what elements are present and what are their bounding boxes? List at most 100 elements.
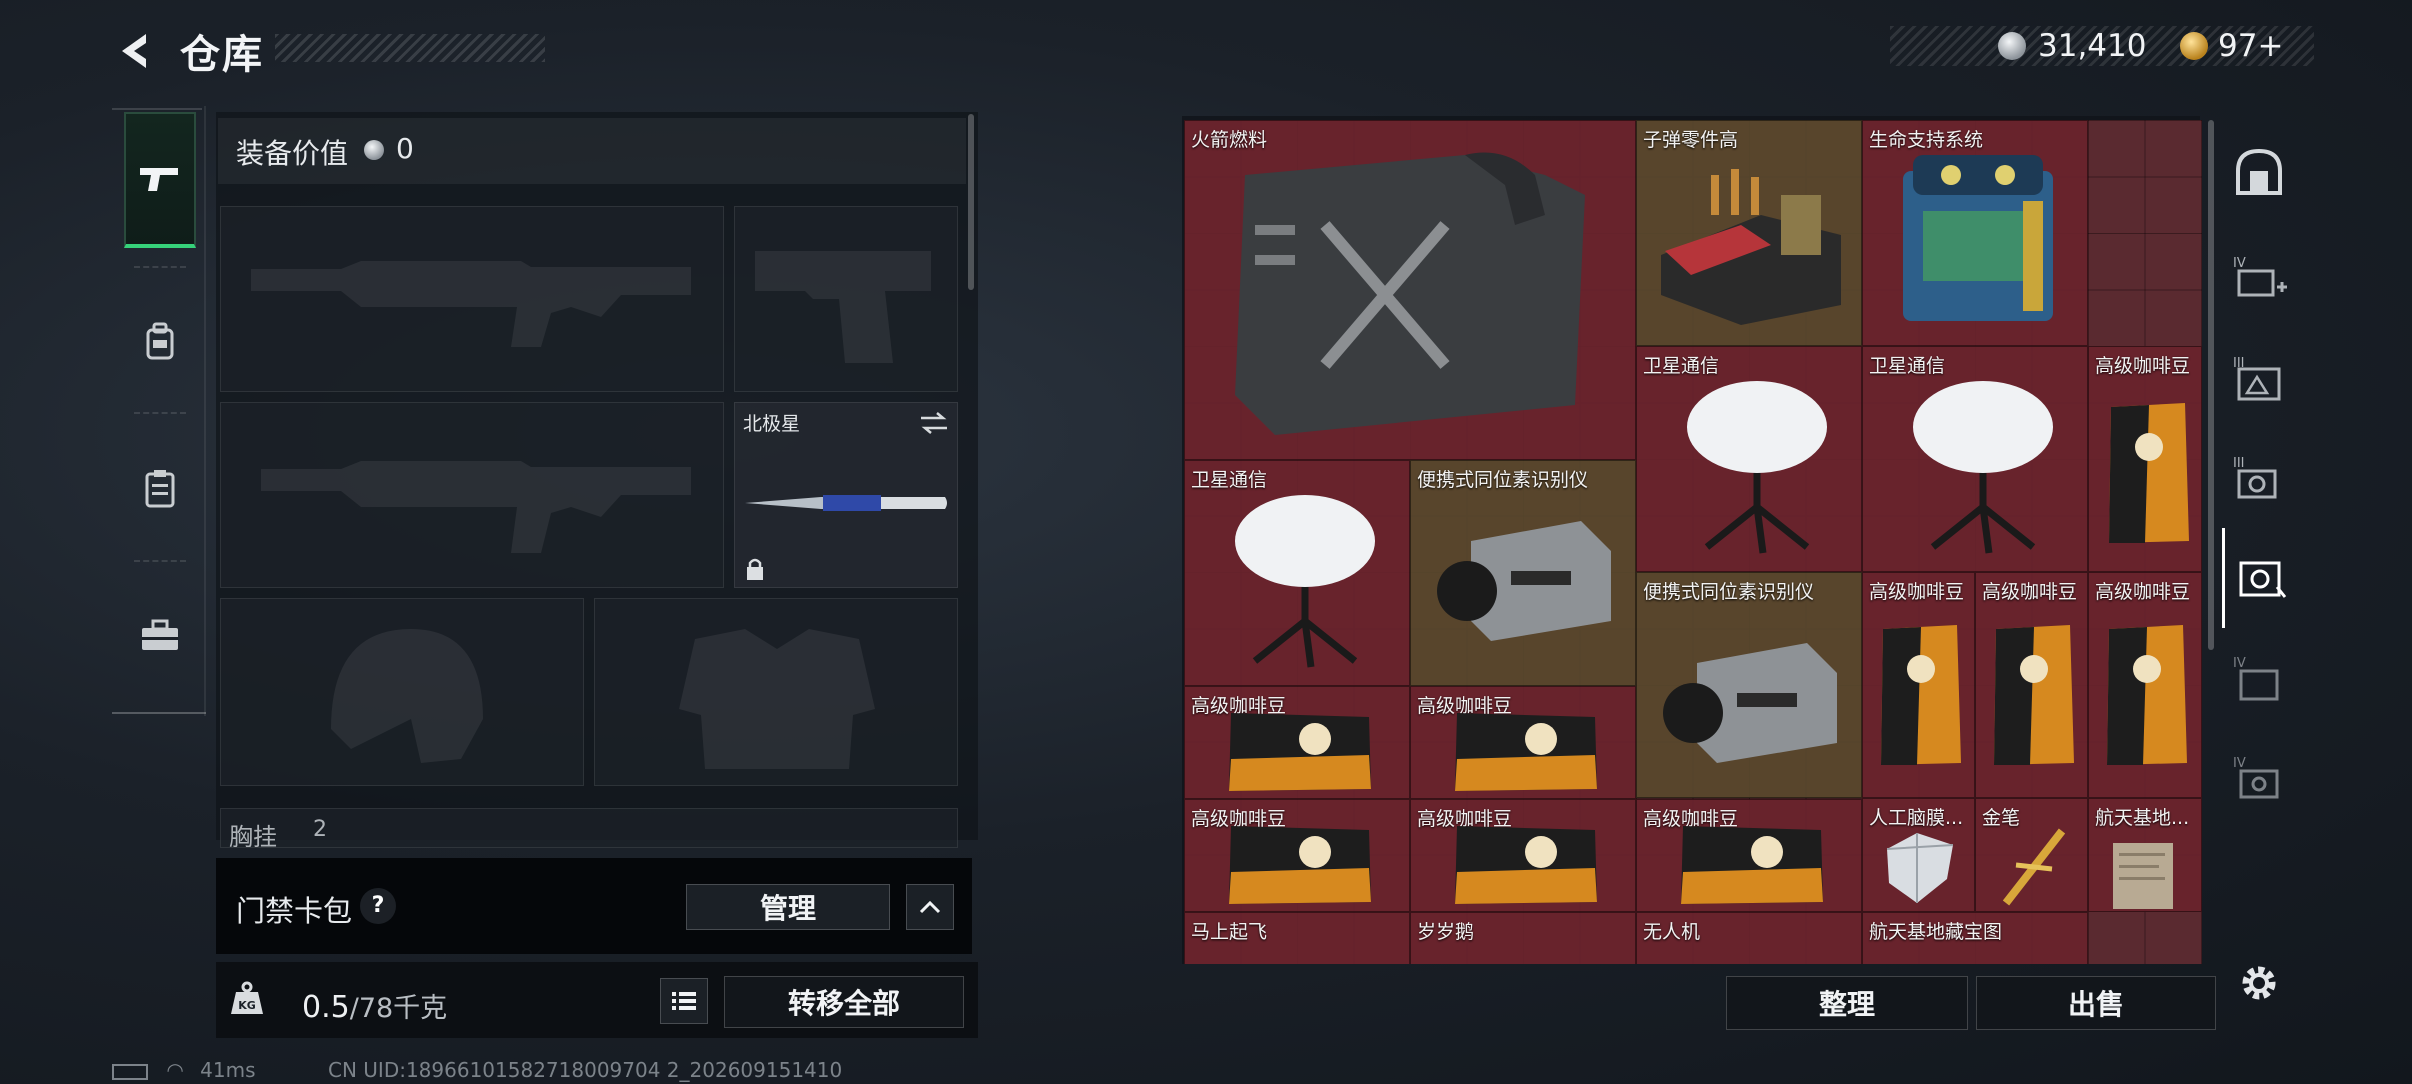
stash-item-isotope-scanner[interactable]: 便携式同位素识别仪 [1636,572,1862,798]
slot-chest-rig[interactable]: 胸挂 2 [220,808,958,848]
slot-primary-weapon-2[interactable] [220,402,724,588]
equipment-value-label: 装备价值 [236,137,349,170]
item-name: 高级咖啡豆 [1982,581,2078,603]
sidebar-tab-vest[interactable] [124,420,196,556]
medkit-add-icon: IV [2233,256,2287,297]
sidebar-tab-toolbox[interactable] [124,568,196,704]
currency-gold[interactable]: 97+ [2218,28,2283,64]
knife-icon [745,495,947,511]
ping-value: 41ms [200,1058,256,1082]
slot-helmet[interactable] [220,598,584,786]
stash-item-drone[interactable]: 无人机 [1636,912,1862,964]
stash-item-coffee-beans[interactable]: 高级咖啡豆 [1184,686,1410,799]
stash-item-coffee-beans[interactable]: 高级咖啡豆 [1410,686,1636,799]
svg-text:KG: KG [238,999,256,1012]
armor-silhouette-icon [679,629,875,769]
stash-item-ammo-parts[interactable]: 子弹零件高 [1636,120,1862,346]
stash-item-rocket-fuel[interactable]: 火箭燃料 [1184,120,1636,460]
stash-item-satellite-comm[interactable]: 卫星通信 [1636,346,1862,572]
slot-sidearm[interactable] [734,206,958,392]
coffee-bag-icon [2107,625,2187,765]
loadout-scrollbar[interactable] [968,114,974,290]
stash-item-coffee-beans[interactable]: 高级咖啡豆 [2088,572,2202,798]
list-icon [672,992,696,1010]
keycard-label: 门禁卡包 [236,894,353,928]
stash-item-satellite-comm[interactable]: 卫星通信 [1184,460,1410,686]
stash-grid: 火箭燃料 子弹零件高 生命支持系统 卫星通信 卫星通信 高级咖啡豆 卫星通信 便… [1184,120,2202,964]
sell-button[interactable]: 出售 [1976,976,2216,1030]
item-name: 岁岁鹅 [1417,921,1475,943]
swap-icon[interactable] [919,411,949,435]
item-name: 便携式同位素识别仪 [1417,469,1589,491]
gear-icon[interactable] [2236,960,2282,1006]
capacity-max: /78千克 [349,993,448,1024]
sort-button[interactable]: 整理 [1726,976,1968,1030]
list-view-button[interactable] [660,978,708,1024]
transfer-all-button[interactable]: 转移全部 [724,976,964,1028]
rail-tab-medkit[interactable]: IV [2222,228,2296,328]
manage-button[interactable]: 管理 [686,884,890,930]
help-icon[interactable]: ? [360,888,396,924]
svg-text:IV: IV [2233,256,2246,271]
currency-silver[interactable]: 31,410 [2038,28,2146,64]
rail-tab-map-case[interactable]: III [2222,328,2296,428]
stash-item-artificial-meninges[interactable]: 人工脑膜... [1862,798,1975,912]
back-icon[interactable] [112,28,158,74]
stash-scrollbar[interactable] [2208,120,2214,650]
satellite-dish-icon [1913,381,2053,554]
item-name: 无人机 [1643,921,1701,943]
crate-icon: IV [2233,756,2279,799]
coffee-bag-icon [1681,826,1823,904]
stash-item-isotope-scanner[interactable]: 便携式同位素识别仪 [1410,460,1636,686]
rail-tab-crate[interactable]: IV [2222,728,2296,828]
rail-tab-vault[interactable] [2222,122,2296,222]
coffee-bag-icon [1455,713,1597,791]
coffee-bag-icon [1229,826,1371,904]
stash-item-space-base-doc[interactable]: 航天基地... [2088,798,2202,912]
rifle-silhouette-icon [261,461,691,553]
capacity-current: 0.5 [302,990,350,1025]
satellite-dish-icon [1235,495,1375,668]
rail-tab-folder-case[interactable]: IV [2222,628,2296,728]
stash-item-treasure-map[interactable]: 航天基地藏宝图 [1862,912,2088,964]
stash-item-coffee-beans[interactable]: 高级咖啡豆 [1975,572,2088,798]
stash-item-life-support[interactable]: 生命支持系统 [1862,120,2088,346]
stash-item-coffee-beans[interactable]: 高级咖啡豆 [1636,799,1862,912]
folder-case-icon: IV [2233,656,2279,701]
stash-item-goose[interactable]: 岁岁鹅 [1410,912,1636,964]
loadout-sidebar [112,106,206,716]
stash-item-coffee-beans[interactable]: 高级咖啡豆 [1184,799,1410,912]
coffee-bag-icon [2109,403,2189,543]
rail-tab-camera-case[interactable]: III [2222,428,2296,528]
title-decoration [275,34,545,62]
rail-tab-lens-case[interactable] [2222,528,2296,628]
slot-armor[interactable] [594,598,958,786]
svg-text:IV: IV [2233,656,2246,671]
item-name: 马上起飞 [1191,921,1268,943]
weight-kg-icon: KG [231,981,263,1014]
item-name: 卫星通信 [1869,355,1946,377]
stash-item-coffee-beans[interactable]: 高级咖啡豆 [1862,572,1975,798]
slot-melee[interactable]: 北极星 [734,402,958,588]
stash-item-satellite-comm[interactable]: 卫星通信 [1862,346,2088,572]
silver-coin-icon [364,140,384,160]
stash-item-coffee-beans[interactable]: 高级咖啡豆 [1410,799,1636,912]
collapse-button[interactable] [906,884,954,930]
coffee-bag-icon [1229,713,1371,791]
stash-item-gold-pen[interactable]: 金笔 [1975,798,2088,912]
clipboard-icon [145,470,175,508]
item-name: 便携式同位素识别仪 [1643,581,1815,603]
stash-item-coffee-beans[interactable]: 高级咖啡豆 [2088,346,2202,572]
item-name: 卫星通信 [1191,469,1268,491]
stash-item-takeoff[interactable]: 马上起飞 [1184,912,1410,964]
sidebar-tab-backpack[interactable] [124,274,196,410]
wifi-icon: ◠ [166,1058,184,1082]
slot-primary-weapon-1[interactable] [220,206,724,392]
rifle-silhouette-icon [251,261,691,347]
sidebar-tab-weapons[interactable] [124,112,196,248]
map-case-icon: III [2233,356,2281,401]
capacity-value: 0.5/78千克 [302,986,447,1025]
svg-text:III: III [2233,456,2245,471]
gold-coin-icon [2180,32,2208,60]
helmet-silhouette-icon [331,629,483,763]
